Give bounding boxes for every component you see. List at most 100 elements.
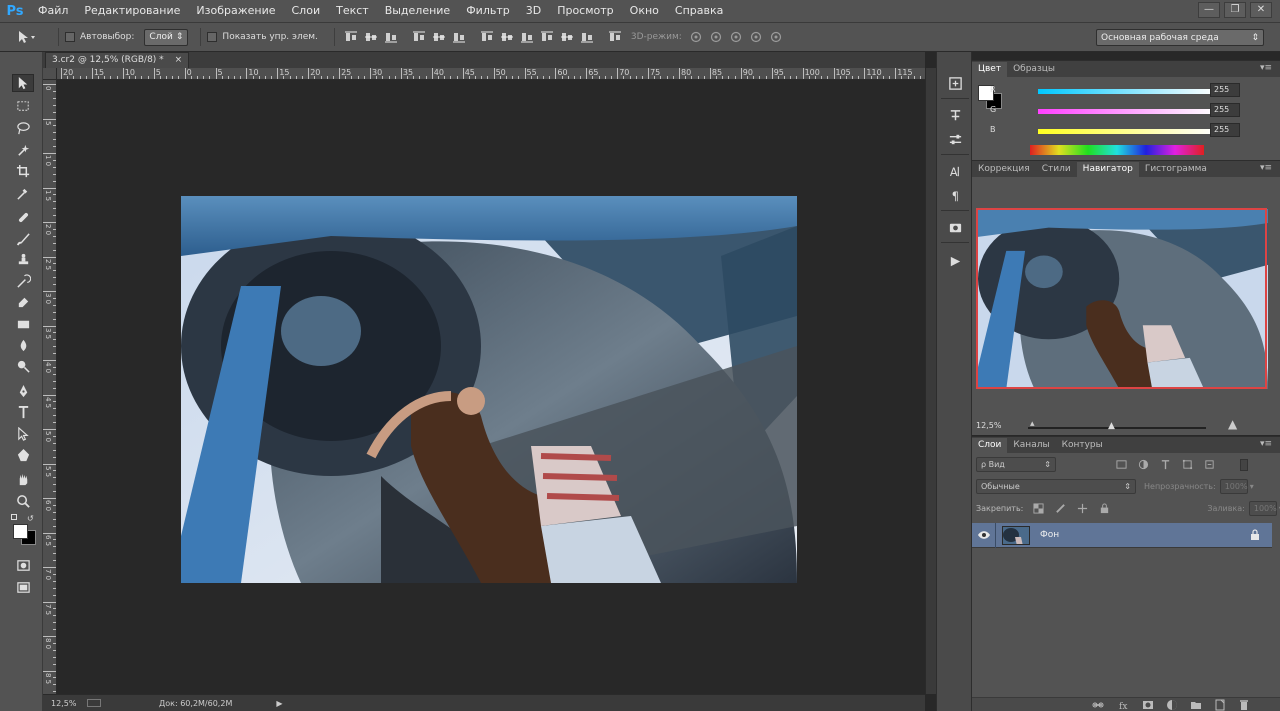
- navigator-zoom-slider[interactable]: [1028, 427, 1206, 429]
- quick-selection-tool-button[interactable]: [12, 141, 34, 159]
- menu-item[interactable]: Редактирование: [76, 0, 188, 22]
- distribute-hcenter-icon[interactable]: [559, 30, 575, 44]
- lock-image-icon[interactable]: [1053, 502, 1067, 516]
- status-zoom[interactable]: 12,5%: [43, 699, 83, 708]
- tab-color[interactable]: Цвет: [972, 62, 1008, 77]
- autoselect-checkbox[interactable]: [65, 32, 75, 42]
- filter-adjustment-icon[interactable]: [1136, 458, 1150, 472]
- opacity-dropdown-icon[interactable]: ▾: [1250, 482, 1254, 491]
- layer-thumbnail[interactable]: [1002, 525, 1030, 545]
- dodge-tool-button[interactable]: [12, 357, 34, 375]
- distribute-right-icon[interactable]: [579, 30, 595, 44]
- blend-mode-dropdown[interactable]: Обычные ⇕: [976, 479, 1136, 494]
- roll-3d-icon[interactable]: [708, 30, 724, 44]
- align-right-edges-icon[interactable]: [451, 30, 467, 44]
- tab-paths[interactable]: Контуры: [1056, 438, 1109, 453]
- align-vertical-centers-icon[interactable]: [363, 30, 379, 44]
- align-left-edges-icon[interactable]: [411, 30, 427, 44]
- slider-r[interactable]: R 255: [980, 83, 1270, 99]
- restore-button[interactable]: ❐: [1224, 2, 1246, 18]
- show-transform-checkbox[interactable]: [207, 32, 218, 42]
- ruler-origin[interactable]: [43, 68, 57, 80]
- vertical-scrollbar[interactable]: [925, 68, 936, 694]
- new-layer-icon[interactable]: [1214, 699, 1226, 711]
- close-tab-icon[interactable]: ×: [175, 55, 183, 65]
- align-bottom-edges-icon[interactable]: [383, 30, 399, 44]
- gradient-tool-button[interactable]: [12, 315, 34, 333]
- slider-b[interactable]: B 255: [980, 123, 1270, 139]
- blur-tool-button[interactable]: [12, 336, 34, 354]
- move-tool-preset[interactable]: [0, 30, 52, 44]
- type-tool-button[interactable]: [12, 403, 34, 421]
- tab-swatches[interactable]: Образцы: [1007, 62, 1061, 77]
- slider-b-value[interactable]: 255: [1210, 123, 1240, 137]
- navigator-view-frame[interactable]: [976, 208, 1267, 389]
- slider-b-track[interactable]: [1038, 129, 1214, 134]
- opacity-input[interactable]: 100%: [1219, 479, 1248, 494]
- menu-item[interactable]: Текст: [328, 0, 377, 22]
- layer-name[interactable]: Фон: [1040, 530, 1059, 540]
- link-layers-icon[interactable]: [1092, 699, 1104, 711]
- quick-mask-button[interactable]: [12, 556, 34, 574]
- menu-item[interactable]: Справка: [667, 0, 731, 22]
- align-horizontal-centers-icon[interactable]: [431, 30, 447, 44]
- zoom-slider-thumb[interactable]: ▲: [1108, 421, 1115, 431]
- navigator-zoom-value[interactable]: 12,5%: [976, 421, 1001, 430]
- hand-tool-button[interactable]: [12, 470, 34, 488]
- color-spectrum[interactable]: [1030, 145, 1204, 155]
- slider-g[interactable]: G 255: [980, 103, 1270, 119]
- document-tab[interactable]: 3.cr2 @ 12,5% (RGB/8) * ×: [45, 52, 190, 68]
- new-group-icon[interactable]: [1190, 699, 1202, 711]
- lock-all-icon[interactable]: [1097, 502, 1111, 516]
- visibility-eye-icon[interactable]: [972, 522, 996, 548]
- spot-healing-tool-button[interactable]: [12, 208, 34, 226]
- adjustment-layer-icon[interactable]: [1166, 699, 1178, 711]
- tab-layers[interactable]: Слои: [972, 438, 1008, 453]
- slide-3d-icon[interactable]: [748, 30, 764, 44]
- menu-item[interactable]: Просмотр: [549, 0, 621, 22]
- tab-styles[interactable]: Стили: [1036, 162, 1077, 177]
- slider-r-value[interactable]: 255: [1210, 83, 1240, 97]
- zoom-tool-button[interactable]: [12, 492, 34, 510]
- close-button[interactable]: ✕: [1250, 2, 1272, 18]
- add-mask-icon[interactable]: [1142, 699, 1154, 711]
- distribute-left-icon[interactable]: [539, 30, 555, 44]
- slider-g-track[interactable]: [1038, 109, 1214, 114]
- filter-pixel-icon[interactable]: [1114, 458, 1128, 472]
- tab-histogram[interactable]: Гистограмма: [1139, 162, 1213, 177]
- vertical-ruler[interactable]: 0 5 1 0 1 5 2 0 2 5 3 0 3 5 4 0 4 5 5 0 5 5 6 0 6 5 7 …: [43, 80, 57, 694]
- move-tool-button[interactable]: [12, 74, 34, 92]
- crop-tool-button[interactable]: [12, 162, 34, 180]
- marquee-tool-button[interactable]: [12, 97, 34, 115]
- history-brush-tool-button[interactable]: [12, 272, 34, 290]
- zoom-in-icon[interactable]: ▲: [1228, 417, 1237, 431]
- minimize-button[interactable]: —: [1198, 2, 1220, 18]
- filter-smart-object-icon[interactable]: [1202, 458, 1216, 472]
- menu-item[interactable]: Окно: [622, 0, 667, 22]
- panel-menu-icon[interactable]: ▾≡: [1260, 163, 1272, 173]
- pen-tool-button[interactable]: [12, 382, 34, 400]
- lasso-tool-button[interactable]: [12, 119, 34, 137]
- layer-row[interactable]: Фон: [972, 522, 1272, 548]
- tab-navigator[interactable]: Навигатор: [1076, 162, 1139, 177]
- workspace-dropdown[interactable]: Основная рабочая среда ⇕: [1096, 29, 1264, 46]
- menu-item[interactable]: Слои: [284, 0, 329, 22]
- drag-3d-icon[interactable]: [728, 30, 744, 44]
- tab-channels[interactable]: Каналы: [1007, 438, 1055, 453]
- lock-transparent-icon[interactable]: [1031, 502, 1045, 516]
- fill-input[interactable]: 100%: [1248, 501, 1277, 516]
- brush-tool-button[interactable]: [12, 230, 34, 248]
- slider-r-track[interactable]: [1038, 89, 1214, 94]
- auto-align-icon[interactable]: [607, 30, 623, 44]
- delete-layer-icon[interactable]: [1238, 699, 1250, 711]
- distribute-top-icon[interactable]: [479, 30, 495, 44]
- actions-icon[interactable]: [945, 106, 965, 124]
- menu-item[interactable]: Выделение: [377, 0, 459, 22]
- layer-filter-dropdown[interactable]: ρ Вид ⇕: [976, 457, 1056, 472]
- path-selection-tool-button[interactable]: [12, 425, 34, 443]
- filter-shape-icon[interactable]: [1180, 458, 1194, 472]
- menu-item[interactable]: Изображение: [188, 0, 283, 22]
- eraser-tool-button[interactable]: [12, 292, 34, 310]
- panel-menu-icon[interactable]: ▾≡: [1260, 439, 1272, 449]
- scale-3d-icon[interactable]: [768, 30, 784, 44]
